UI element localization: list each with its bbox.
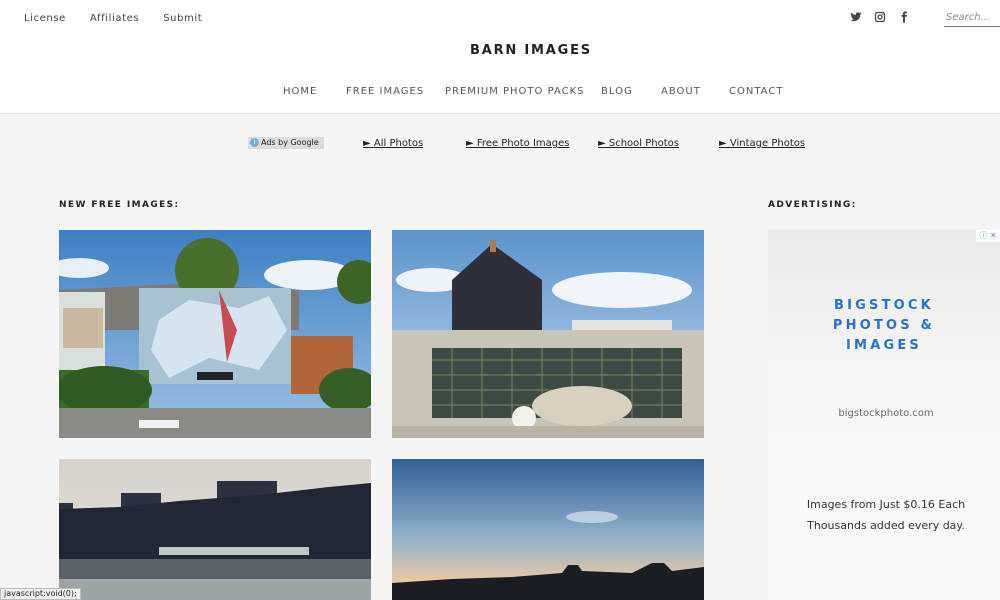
license-link[interactable]: License <box>24 13 66 24</box>
photo-skyline-sunset-image <box>392 459 704 600</box>
ad-link-free-photo-images[interactable]: ► Free Photo Images <box>466 138 570 149</box>
photo-lobster-pots[interactable] <box>392 230 704 438</box>
google-ads-bar: i Ads by Google ► All Photos ► Free Photo… <box>0 137 1000 153</box>
facebook-icon[interactable] <box>898 11 910 23</box>
ad-brand: BIGSTOCK PHOTOS & IMAGES <box>832 298 936 353</box>
ads-by-google-label[interactable]: i Ads by Google <box>248 137 324 149</box>
new-free-images-title: NEW FREE IMAGES: <box>59 200 180 210</box>
photo-coast-dusk[interactable] <box>59 459 371 600</box>
nav-home[interactable]: HOME <box>283 86 317 97</box>
photo-billboard[interactable] <box>59 230 371 438</box>
submit-link[interactable]: Submit <box>163 13 202 24</box>
instagram-icon[interactable] <box>874 11 886 23</box>
photo-coast-dusk-image <box>59 459 371 600</box>
browser-status-bar: javascript:void(0); <box>0 588 81 600</box>
photo-lobster-pots-image <box>392 230 704 438</box>
nav-free-images[interactable]: FREE IMAGES <box>346 86 424 97</box>
ad-offer: Images from Just $0.16 Each Thousands ad… <box>806 498 966 532</box>
ad-link-school-photos[interactable]: ► School Photos <box>598 138 679 149</box>
top-links: License Affiliates Submit <box>24 13 226 24</box>
ad-choices-icon[interactable]: ⓘ ✕ <box>976 230 1000 242</box>
twitter-icon[interactable] <box>850 11 862 23</box>
photo-billboard-image <box>59 230 371 438</box>
nav-blog[interactable]: BLOG <box>601 86 633 97</box>
social-links <box>850 11 910 23</box>
nav-premium-photo-packs[interactable]: PREMIUM PHOTO PACKS <box>445 86 585 97</box>
site-logo[interactable]: BARN IMAGES <box>0 43 1000 58</box>
ad-link-all-photos[interactable]: ► All Photos <box>363 138 423 149</box>
ad-link-vintage-photos[interactable]: ► Vintage Photos <box>719 138 805 149</box>
nav-contact[interactable]: CONTACT <box>729 86 783 97</box>
bigstock-ad[interactable]: ⓘ ✕ BIGSTOCK PHOTOS & IMAGES bigstockpho… <box>768 230 1000 600</box>
site-header: License Affiliates Submit Search... BARN… <box>0 0 1000 114</box>
affiliates-link[interactable]: Affiliates <box>90 13 139 24</box>
ad-url: bigstockphoto.com <box>838 408 934 419</box>
advertising-title: ADVERTISING: <box>768 200 857 210</box>
nav-about[interactable]: ABOUT <box>661 86 701 97</box>
info-icon: i <box>250 138 259 147</box>
photo-skyline-sunset[interactable] <box>392 459 704 600</box>
search-input[interactable]: Search... <box>944 11 1000 27</box>
